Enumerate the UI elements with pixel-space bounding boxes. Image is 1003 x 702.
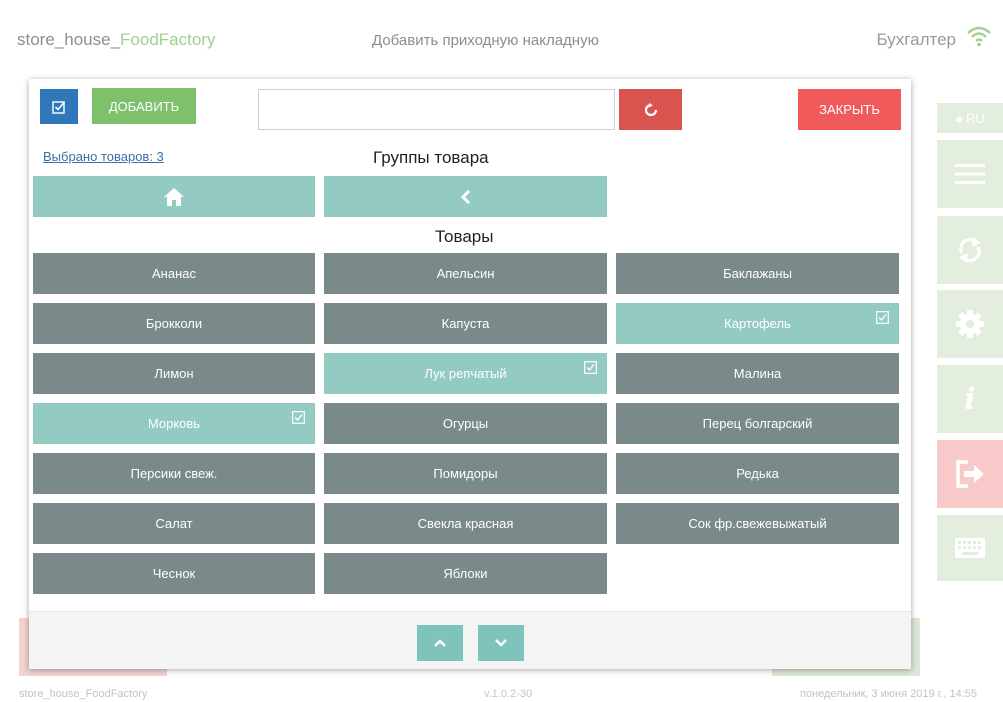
groups-home-button[interactable]: [33, 176, 315, 217]
exit-button[interactable]: [937, 440, 1003, 508]
product-tile[interactable]: Сок фр.свежевыжатый: [616, 503, 899, 544]
user-name: Бухгалтер: [876, 30, 957, 49]
product-name: Салат: [155, 516, 193, 531]
app-brand: store_house_FoodFactory: [17, 30, 215, 50]
product-name: Яблоки: [443, 566, 488, 581]
brand-accent: FoodFactory: [120, 30, 216, 49]
globe-icon: ●: [955, 110, 964, 126]
sync-icon: [959, 237, 981, 263]
product-tile[interactable]: Перец болгарский: [616, 403, 899, 444]
product-tile[interactable]: Помидоры: [324, 453, 607, 494]
groups-title: Группы товара: [373, 148, 489, 167]
modal-footer: [29, 611, 911, 669]
product-name: Морковь: [147, 416, 201, 431]
page-title: Добавить приходную накладную: [372, 32, 599, 49]
product-tile[interactable]: Персики свеж.: [33, 453, 315, 494]
chevron-down-icon: [495, 639, 507, 647]
product-tile[interactable]: Капуста: [324, 303, 607, 344]
menu-icon: [955, 164, 985, 184]
product-tile[interactable]: Огурцы: [324, 403, 607, 444]
product-grid: Ананас Апельсин Баклажаны Брокколи Капус…: [33, 253, 899, 594]
product-tile[interactable]: Салат: [33, 503, 315, 544]
keyboard-button[interactable]: [937, 515, 1003, 581]
info-icon: i: [964, 381, 976, 417]
scroll-up-button[interactable]: [417, 625, 463, 661]
product-tile[interactable]: Редька: [616, 453, 899, 494]
product-name: Помидоры: [433, 466, 498, 481]
product-tile[interactable]: Морковь: [33, 403, 315, 444]
product-tile[interactable]: Чеснок: [33, 553, 315, 594]
product-name: Брокколи: [145, 316, 203, 331]
add-button[interactable]: ДОБАВИТЬ: [92, 88, 196, 124]
exit-icon: [956, 460, 984, 488]
wifi-icon: [967, 26, 991, 47]
footer-datetime: понедельник, 3 июня 2019 г., 14:55: [800, 688, 978, 700]
product-tile[interactable]: Баклажаны: [616, 253, 899, 294]
product-tile[interactable]: Апельсин: [324, 253, 607, 294]
products-title: Товары: [435, 227, 494, 246]
product-tile[interactable]: Яблоки: [324, 553, 607, 594]
info-button[interactable]: i: [937, 365, 1003, 433]
product-tile[interactable]: Лимон: [33, 353, 315, 394]
product-name: Капуста: [441, 316, 490, 331]
product-name: Ананас: [152, 266, 196, 281]
product-name: Свекла красная: [417, 516, 514, 531]
reset-search-button[interactable]: [619, 89, 682, 130]
product-tile[interactable]: Лук репчатый: [324, 353, 607, 394]
search-input[interactable]: [258, 89, 615, 130]
menu-button[interactable]: [937, 140, 1003, 208]
close-button[interactable]: ЗАКРЫТЬ: [798, 89, 901, 130]
chevron-up-icon: [434, 639, 446, 647]
product-name: Чеснок: [152, 566, 196, 581]
product-tile[interactable]: Картофель: [616, 303, 899, 344]
product-name: Лук репчатый: [424, 366, 507, 381]
footer-app-name: store_house_FoodFactory: [19, 688, 148, 700]
product-tile[interactable]: Свекла красная: [324, 503, 607, 544]
checkbox-checked-icon: [292, 411, 305, 424]
product-tile[interactable]: Брокколи: [33, 303, 315, 344]
product-name: Апельсин: [436, 266, 495, 281]
checklist-icon: [52, 100, 66, 114]
footer-version: v.1.0.2-30: [484, 688, 533, 700]
product-name: Перец болгарский: [702, 416, 813, 431]
chevron-left-icon: [460, 189, 470, 204]
product-tile[interactable]: Малина: [616, 353, 899, 394]
product-name: Лимон: [154, 366, 194, 381]
home-icon: [164, 187, 184, 206]
brand-main: store_house_: [17, 30, 121, 49]
reset-icon: [644, 102, 657, 116]
language-label: RU: [966, 110, 985, 126]
keyboard-icon: [955, 538, 985, 558]
checkbox-checked-icon: [584, 361, 597, 374]
scroll-down-button[interactable]: [478, 625, 524, 661]
sync-button[interactable]: [937, 216, 1003, 284]
product-name: Огурцы: [442, 416, 489, 431]
selected-count-link[interactable]: Выбрано товаров: 3: [43, 149, 164, 164]
checkbox-checked-icon: [876, 311, 889, 324]
language-button[interactable]: ● RU: [937, 103, 1003, 133]
product-name: Персики свеж.: [130, 466, 218, 481]
product-name: Картофель: [724, 316, 791, 331]
settings-button[interactable]: [937, 290, 1003, 358]
select-all-button[interactable]: [40, 89, 78, 124]
app-header: store_house_FoodFactory Добавить приходн…: [0, 0, 1003, 78]
product-name: Малина: [733, 366, 782, 381]
product-name: Баклажаны: [723, 266, 792, 281]
product-tile[interactable]: Ананас: [33, 253, 315, 294]
product-picker-modal: ДОБАВИТЬ ЗАКРЫТЬ Выбрано товаров: 3 Груп…: [29, 79, 911, 669]
groups-back-button[interactable]: [324, 176, 607, 217]
gear-icon: [956, 310, 984, 338]
product-name: Редька: [736, 466, 779, 481]
product-name: Сок фр.свежевыжатый: [688, 516, 827, 531]
